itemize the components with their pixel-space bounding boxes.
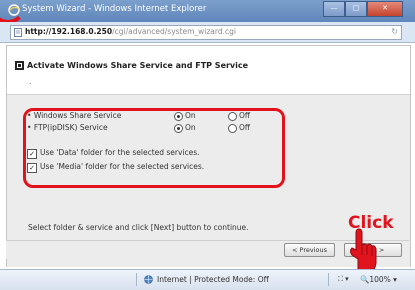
status-bar: Internet | Protected Mode: Off ⛶ ▾ 🔍100%… bbox=[0, 269, 415, 290]
window-controls: — □ ✕ bbox=[323, 1, 403, 17]
previous-button[interactable]: < Previous bbox=[284, 243, 335, 257]
browser-window: System Wizard - Windows Internet Explore… bbox=[0, 0, 415, 290]
url-field[interactable]: http://192.168.0.250/cgi/advanced/system… bbox=[10, 25, 402, 40]
minimize-button[interactable]: — bbox=[323, 1, 345, 17]
refresh-icon[interactable]: ↻ bbox=[391, 27, 398, 36]
wizard-icon bbox=[15, 61, 24, 70]
security-zone-text: Internet | Protected Mode: Off bbox=[157, 275, 269, 284]
title-bar: System Wizard - Windows Internet Explore… bbox=[0, 0, 415, 22]
url-host: http://192.168.0.250 bbox=[25, 27, 113, 36]
address-bar: http://192.168.0.250/cgi/advanced/system… bbox=[0, 22, 415, 43]
instruction-text: Select folder & service and click [Next]… bbox=[28, 223, 249, 232]
window-title: System Wizard - Windows Internet Explore… bbox=[22, 4, 207, 14]
url-text: http://192.168.0.250/cgi/advanced/system… bbox=[25, 27, 236, 36]
globe-icon bbox=[144, 275, 153, 284]
zoom-level: 100% bbox=[369, 275, 391, 284]
page-header: Activate Windows Share Service and FTP S… bbox=[7, 46, 410, 94]
protected-mode-tools-icon[interactable]: ⛶ ▾ bbox=[338, 275, 349, 284]
status-divider bbox=[136, 273, 137, 286]
close-button[interactable]: ✕ bbox=[367, 1, 403, 17]
page-subtitle: . bbox=[29, 77, 32, 86]
maximize-button[interactable]: □ bbox=[345, 1, 367, 17]
zoom-control[interactable]: 🔍100% ▾ bbox=[360, 275, 397, 284]
red-highlight-box bbox=[23, 108, 285, 188]
page-title: Activate Windows Share Service and FTP S… bbox=[27, 61, 249, 70]
page-icon bbox=[14, 28, 22, 37]
zoom-icon: 🔍 bbox=[360, 275, 370, 284]
url-path: /cgi/advanced/system_wizard.cgi bbox=[112, 27, 236, 36]
status-divider bbox=[328, 273, 329, 286]
